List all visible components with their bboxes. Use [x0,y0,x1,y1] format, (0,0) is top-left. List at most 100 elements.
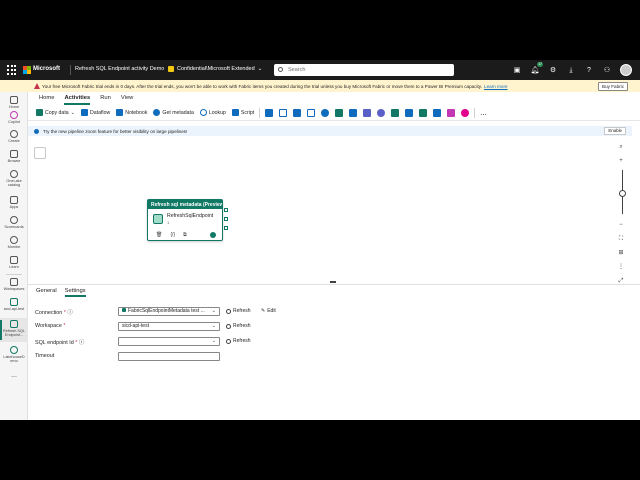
rail-label: Learn [9,265,19,269]
rail-item-monitor[interactable]: Monitor [0,236,28,249]
rail-item-create[interactable]: Create [0,130,28,143]
sql-endpoint-select[interactable]: ⌄ [118,337,220,346]
port-skip[interactable] [224,208,228,212]
port-fail[interactable] [224,226,228,230]
rail-item-learn[interactable]: Learn [0,256,28,269]
functions-icon[interactable] [461,108,470,117]
timeout-input[interactable] [118,352,220,361]
fit-view-icon[interactable]: ⛶ [616,234,626,244]
copilot-icon [10,111,18,119]
item-title[interactable]: Refresh SQL Endpoint activity Demo [75,66,164,72]
teams-icon[interactable] [363,108,372,117]
delete-icon[interactable]: 🗑︎ [156,232,162,238]
rail-item-workspace-current[interactable]: sicd-api-test [0,298,28,311]
rail-item-pipeline[interactable]: Refresh SQL Endpoint... [0,318,28,342]
webhook-icon[interactable] [433,108,442,117]
tab-home[interactable]: Home [34,92,59,105]
refresh-icon [226,323,231,329]
notifications-icon[interactable]: 🔔︎ 17 [530,61,543,76]
expression-icon[interactable] [279,108,288,117]
pipeline-canvas[interactable]: Refresh sql metadata (Preview) RefreshSq… [28,138,632,286]
databricks-icon[interactable] [405,108,414,117]
info-bar: Try the new pipeline zoom feature for be… [28,126,632,136]
get-metadata-button[interactable]: Get metadata [150,107,196,119]
app-launcher-icon[interactable] [7,65,17,75]
trial-text: Your free Microsoft Fabric trial ends in… [42,83,483,89]
rail-item-browse[interactable]: Browse [0,150,28,163]
rail-label: OneLake catalog [6,179,22,187]
zoom-slider-thumb[interactable] [618,190,626,197]
delete-data-icon[interactable] [293,108,302,117]
rail-item-workspaces[interactable]: Workspaces [0,278,28,291]
rail-item-apps[interactable]: Apps [0,196,28,209]
semantic-model-icon[interactable] [377,108,386,117]
rail-label: Refresh SQL Endpoint... [3,329,25,337]
azure-function-icon[interactable] [391,108,400,117]
ml-icon[interactable] [447,108,456,117]
tab-activities[interactable]: Activities [59,92,95,105]
web-icon[interactable] [321,108,330,117]
dataflow-button[interactable]: Dataflow [78,107,113,119]
run-arrow-icon[interactable] [210,232,216,238]
copy-data-button[interactable]: Copy data ⌄ [33,107,78,119]
layout-icon[interactable]: ⋮ [616,262,626,272]
canvas-fit-icon[interactable] [34,147,46,159]
more-items[interactable]: ... [0,372,28,379]
search-input[interactable]: Search [274,64,454,76]
script-button[interactable]: Script [229,107,257,119]
script-label: Script [240,109,255,116]
workspace-select[interactable]: sicd-api-test ⌄ [118,322,220,331]
enable-button[interactable]: Enable [604,127,626,135]
connection-select[interactable]: FabricSqlEndpointMetadata test ... ⌄ [118,307,220,316]
sql-endpoint-refresh-button[interactable]: Refresh [226,338,251,344]
help-icon[interactable]: ? [584,65,594,76]
trial-banner: Your free Microsoft Fabric trial ends in… [0,80,640,92]
code-icon[interactable]: {/} [170,232,175,238]
sensitivity-icon [168,66,174,72]
rail-item-copilot[interactable]: Copilot [0,111,28,124]
chevron-down-icon: ⌄ [211,338,216,344]
stored-procedure-icon[interactable] [265,108,274,117]
zoom-out-icon[interactable]: − [616,220,626,230]
share-icon[interactable]: ⚇ [602,65,612,76]
trial-icon[interactable]: ▣ [512,65,522,76]
variable-icon[interactable] [307,108,316,117]
rail-item-lakehouse[interactable]: LakehouseD emo [0,346,28,363]
pipeline-icon [10,320,18,328]
rail-item-scorecards[interactable]: Scorecards [0,216,28,229]
activity-card[interactable]: Refresh sql metadata (Preview) RefreshSq… [147,199,223,241]
connection-refresh-button[interactable]: Refresh [226,308,251,314]
connection-edit-button[interactable]: ✎ Edit [261,308,276,314]
plus-icon [10,130,18,138]
sql-endpoint-row: SQL endpoint Id * ⓘ [35,338,84,346]
tab-general[interactable]: General [32,285,61,297]
copy-icon[interactable]: ⧉ [183,232,187,238]
auto-align-icon[interactable]: ⊞ [616,248,626,258]
more-actions-button[interactable]: ... [477,107,490,119]
workspace-refresh-button[interactable]: Refresh [226,323,251,329]
rail-label: Workspaces [3,287,25,291]
buy-fabric-button[interactable]: Buy Fabric [598,81,628,91]
port-success[interactable] [224,217,228,221]
lookup-button[interactable]: Lookup [197,107,229,119]
download-icon[interactable]: ⤓ [566,65,576,76]
search-icon[interactable]: ⌕ [616,142,626,152]
rail-item-onelake[interactable]: OneLake catalog [0,170,28,187]
zoom-slider[interactable] [618,170,626,214]
rail-item-home[interactable]: Home [0,96,28,109]
tab-settings[interactable]: Settings [61,285,90,297]
sensitivity-label[interactable]: Confidential\Microsoft Extended ⌄ [168,66,262,72]
trophy-icon [10,216,18,224]
settings-icon[interactable]: ⚙ [548,65,558,76]
kql-icon[interactable] [419,108,428,117]
email-icon[interactable] [349,108,358,117]
tab-view[interactable]: View [116,92,138,105]
learn-more-link[interactable]: Learn more [484,84,508,89]
zoom-in-icon[interactable]: + [616,156,626,166]
panel-resize-handle[interactable] [330,281,336,283]
fail-icon[interactable] [335,108,344,117]
notebook-button[interactable]: Notebook [113,107,150,119]
tab-run[interactable]: Run [95,92,116,105]
dataflow-icon [81,109,89,116]
avatar[interactable] [620,64,632,76]
